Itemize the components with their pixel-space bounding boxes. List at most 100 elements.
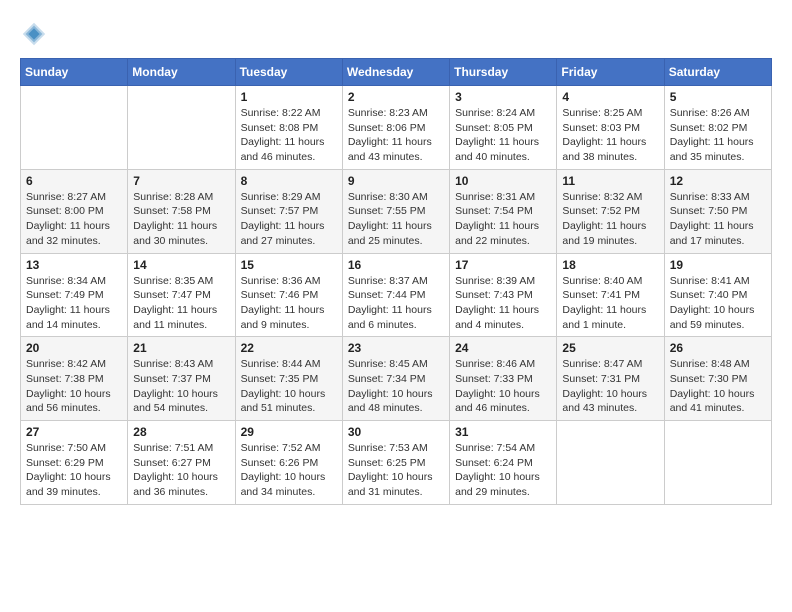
calendar-cell: 8 Sunrise: 8:29 AM Sunset: 7:57 PM Daylig… (235, 169, 342, 253)
day-number: 15 (241, 258, 337, 272)
day-number: 6 (26, 174, 122, 188)
calendar-cell: 6 Sunrise: 8:27 AM Sunset: 8:00 PM Daylig… (21, 169, 128, 253)
day-info: Sunrise: 8:33 AM Sunset: 7:50 PM Dayligh… (670, 190, 766, 249)
calendar-cell: 14 Sunrise: 8:35 AM Sunset: 7:47 PM Dayli… (128, 253, 235, 337)
day-number: 21 (133, 341, 229, 355)
day-info: Sunrise: 7:50 AM Sunset: 6:29 PM Dayligh… (26, 441, 122, 500)
day-number: 4 (562, 90, 658, 104)
day-info: Sunrise: 8:31 AM Sunset: 7:54 PM Dayligh… (455, 190, 551, 249)
day-info: Sunrise: 8:36 AM Sunset: 7:46 PM Dayligh… (241, 274, 337, 333)
calendar-cell: 7 Sunrise: 8:28 AM Sunset: 7:58 PM Daylig… (128, 169, 235, 253)
day-number: 1 (241, 90, 337, 104)
day-number: 12 (670, 174, 766, 188)
column-header-monday: Monday (128, 59, 235, 86)
day-info: Sunrise: 7:53 AM Sunset: 6:25 PM Dayligh… (348, 441, 444, 500)
day-number: 23 (348, 341, 444, 355)
day-info: Sunrise: 8:34 AM Sunset: 7:49 PM Dayligh… (26, 274, 122, 333)
day-number: 10 (455, 174, 551, 188)
logo (20, 20, 52, 48)
day-number: 17 (455, 258, 551, 272)
day-info: Sunrise: 8:26 AM Sunset: 8:02 PM Dayligh… (670, 106, 766, 165)
calendar-cell: 24 Sunrise: 8:46 AM Sunset: 7:33 PM Dayli… (450, 337, 557, 421)
day-number: 5 (670, 90, 766, 104)
day-number: 13 (26, 258, 122, 272)
day-number: 25 (562, 341, 658, 355)
column-header-thursday: Thursday (450, 59, 557, 86)
calendar-table: SundayMondayTuesdayWednesdayThursdayFrid… (20, 58, 772, 505)
day-number: 7 (133, 174, 229, 188)
calendar-cell: 16 Sunrise: 8:37 AM Sunset: 7:44 PM Dayli… (342, 253, 449, 337)
calendar-cell: 22 Sunrise: 8:44 AM Sunset: 7:35 PM Dayli… (235, 337, 342, 421)
day-info: Sunrise: 7:54 AM Sunset: 6:24 PM Dayligh… (455, 441, 551, 500)
calendar-cell: 23 Sunrise: 8:45 AM Sunset: 7:34 PM Dayli… (342, 337, 449, 421)
day-info: Sunrise: 8:35 AM Sunset: 7:47 PM Dayligh… (133, 274, 229, 333)
calendar-cell (21, 86, 128, 170)
day-info: Sunrise: 8:28 AM Sunset: 7:58 PM Dayligh… (133, 190, 229, 249)
calendar-cell: 5 Sunrise: 8:26 AM Sunset: 8:02 PM Daylig… (664, 86, 771, 170)
day-number: 27 (26, 425, 122, 439)
logo-icon (20, 20, 48, 48)
day-number: 18 (562, 258, 658, 272)
day-number: 11 (562, 174, 658, 188)
day-number: 22 (241, 341, 337, 355)
day-number: 14 (133, 258, 229, 272)
day-info: Sunrise: 8:48 AM Sunset: 7:30 PM Dayligh… (670, 357, 766, 416)
day-number: 16 (348, 258, 444, 272)
day-info: Sunrise: 8:27 AM Sunset: 8:00 PM Dayligh… (26, 190, 122, 249)
day-number: 31 (455, 425, 551, 439)
day-info: Sunrise: 8:29 AM Sunset: 7:57 PM Dayligh… (241, 190, 337, 249)
day-info: Sunrise: 8:43 AM Sunset: 7:37 PM Dayligh… (133, 357, 229, 416)
calendar-cell: 18 Sunrise: 8:40 AM Sunset: 7:41 PM Dayli… (557, 253, 664, 337)
day-number: 19 (670, 258, 766, 272)
day-number: 8 (241, 174, 337, 188)
day-info: Sunrise: 8:25 AM Sunset: 8:03 PM Dayligh… (562, 106, 658, 165)
calendar-cell: 26Sunrise: 8:48 AM Sunset: 7:30 PM Dayli… (664, 337, 771, 421)
calendar-cell: 30 Sunrise: 7:53 AM Sunset: 6:25 PM Dayli… (342, 421, 449, 505)
day-info: Sunrise: 7:51 AM Sunset: 6:27 PM Dayligh… (133, 441, 229, 500)
day-info: Sunrise: 8:41 AM Sunset: 7:40 PM Dayligh… (670, 274, 766, 333)
day-info: Sunrise: 8:32 AM Sunset: 7:52 PM Dayligh… (562, 190, 658, 249)
calendar-week-3: 13 Sunrise: 8:34 AM Sunset: 7:49 PM Dayli… (21, 253, 772, 337)
calendar-cell: 31 Sunrise: 7:54 AM Sunset: 6:24 PM Dayli… (450, 421, 557, 505)
day-number: 29 (241, 425, 337, 439)
day-number: 20 (26, 341, 122, 355)
calendar-header-row: SundayMondayTuesdayWednesdayThursdayFrid… (21, 59, 772, 86)
column-header-tuesday: Tuesday (235, 59, 342, 86)
day-info: Sunrise: 8:42 AM Sunset: 7:38 PM Dayligh… (26, 357, 122, 416)
calendar-cell: 15 Sunrise: 8:36 AM Sunset: 7:46 PM Dayli… (235, 253, 342, 337)
day-info: Sunrise: 8:22 AM Sunset: 8:08 PM Dayligh… (241, 106, 337, 165)
day-number: 9 (348, 174, 444, 188)
day-info: Sunrise: 8:30 AM Sunset: 7:55 PM Dayligh… (348, 190, 444, 249)
day-number: 28 (133, 425, 229, 439)
day-info: Sunrise: 8:46 AM Sunset: 7:33 PM Dayligh… (455, 357, 551, 416)
calendar-cell: 13 Sunrise: 8:34 AM Sunset: 7:49 PM Dayli… (21, 253, 128, 337)
day-info: Sunrise: 8:37 AM Sunset: 7:44 PM Dayligh… (348, 274, 444, 333)
calendar-week-4: 20 Sunrise: 8:42 AM Sunset: 7:38 PM Dayli… (21, 337, 772, 421)
day-info: Sunrise: 8:44 AM Sunset: 7:35 PM Dayligh… (241, 357, 337, 416)
calendar-cell: 28 Sunrise: 7:51 AM Sunset: 6:27 PM Dayli… (128, 421, 235, 505)
calendar-cell: 25Sunrise: 8:47 AM Sunset: 7:31 PM Dayli… (557, 337, 664, 421)
column-header-sunday: Sunday (21, 59, 128, 86)
calendar-cell: 10 Sunrise: 8:31 AM Sunset: 7:54 PM Dayli… (450, 169, 557, 253)
calendar-cell: 1 Sunrise: 8:22 AM Sunset: 8:08 PM Daylig… (235, 86, 342, 170)
day-number: 3 (455, 90, 551, 104)
calendar-cell: 21 Sunrise: 8:43 AM Sunset: 7:37 PM Dayli… (128, 337, 235, 421)
calendar-week-5: 27 Sunrise: 7:50 AM Sunset: 6:29 PM Dayli… (21, 421, 772, 505)
day-info: Sunrise: 8:40 AM Sunset: 7:41 PM Dayligh… (562, 274, 658, 333)
day-number: 24 (455, 341, 551, 355)
calendar-cell (557, 421, 664, 505)
calendar-week-1: 1 Sunrise: 8:22 AM Sunset: 8:08 PM Daylig… (21, 86, 772, 170)
calendar-cell: 2 Sunrise: 8:23 AM Sunset: 8:06 PM Daylig… (342, 86, 449, 170)
calendar-cell: 12 Sunrise: 8:33 AM Sunset: 7:50 PM Dayli… (664, 169, 771, 253)
day-info: Sunrise: 8:23 AM Sunset: 8:06 PM Dayligh… (348, 106, 444, 165)
calendar-cell: 29Sunrise: 7:52 AM Sunset: 6:26 PM Dayli… (235, 421, 342, 505)
day-number: 2 (348, 90, 444, 104)
calendar-cell: 9 Sunrise: 8:30 AM Sunset: 7:55 PM Daylig… (342, 169, 449, 253)
column-header-wednesday: Wednesday (342, 59, 449, 86)
calendar-cell: 3Sunrise: 8:24 AM Sunset: 8:05 PM Daylig… (450, 86, 557, 170)
day-info: Sunrise: 8:45 AM Sunset: 7:34 PM Dayligh… (348, 357, 444, 416)
page-header (20, 20, 772, 48)
day-number: 30 (348, 425, 444, 439)
calendar-cell (664, 421, 771, 505)
calendar-cell: 19 Sunrise: 8:41 AM Sunset: 7:40 PM Dayli… (664, 253, 771, 337)
